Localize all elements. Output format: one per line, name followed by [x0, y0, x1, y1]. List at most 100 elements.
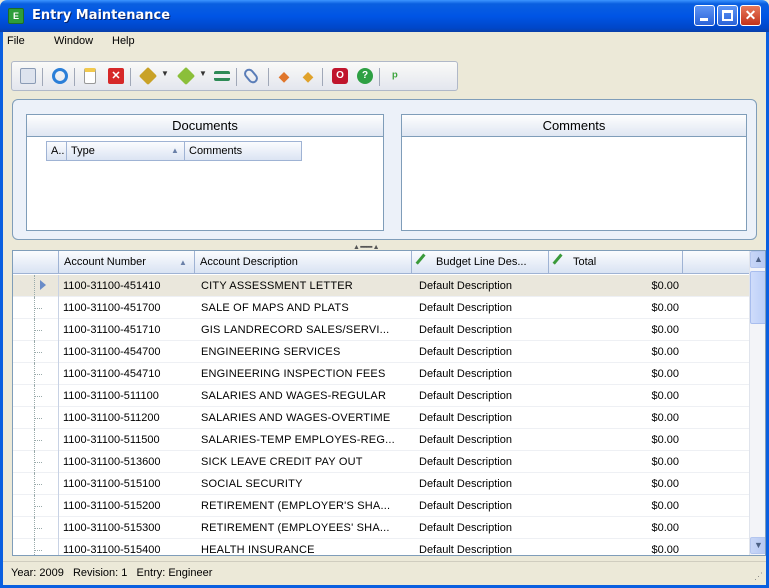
- arrow-down-icon[interactable]: ◆: [300, 68, 316, 84]
- table-row[interactable]: 1100-31100-515300 RETIREMENT (EMPLOYEES' …: [13, 517, 749, 539]
- account-number-cell[interactable]: 1100-31100-511100: [63, 385, 198, 407]
- stop-icon[interactable]: O: [332, 68, 348, 84]
- total-cell[interactable]: $0.00: [559, 517, 679, 539]
- row-header[interactable]: [13, 297, 59, 319]
- budget-line-description-cell[interactable]: Default Description: [419, 341, 559, 363]
- table-row[interactable]: 1100-31100-515400 HEALTH INSURANCE Default…: [13, 539, 749, 555]
- account-number-cell[interactable]: 1100-31100-454700: [63, 341, 198, 363]
- account-number-cell[interactable]: 1100-31100-451410: [63, 275, 198, 297]
- table-row[interactable]: 1100-31100-511200 SALARIES AND WAGES-OVER…: [13, 407, 749, 429]
- account-description-cell[interactable]: RETIREMENT (EMPLOYER'S SHA...: [201, 495, 415, 517]
- total-cell[interactable]: $0.00: [559, 297, 679, 319]
- row-header[interactable]: [13, 517, 59, 539]
- row-header[interactable]: [13, 341, 59, 363]
- row-header[interactable]: [13, 385, 59, 407]
- maximize-button[interactable]: [717, 5, 738, 26]
- table-row[interactable]: 1100-31100-454700 ENGINEERING SERVICES Def…: [13, 341, 749, 363]
- table-row[interactable]: 1100-31100-511500 SALARIES-TEMP EMPLOYES-…: [13, 429, 749, 451]
- dropdown-arrow-icon[interactable]: ▼: [199, 69, 207, 78]
- budget-line-description-cell[interactable]: Default Description: [419, 407, 559, 429]
- budget-line-description-cell[interactable]: Default Description: [419, 495, 559, 517]
- total-cell[interactable]: $0.00: [559, 495, 679, 517]
- budget-line-description-cell[interactable]: Default Description: [419, 429, 559, 451]
- close-button[interactable]: ✕: [740, 5, 761, 26]
- account-number-cell[interactable]: 1100-31100-515200: [63, 495, 198, 517]
- delete-icon[interactable]: ✕: [108, 68, 124, 84]
- account-description-cell[interactable]: HEALTH INSURANCE: [201, 539, 415, 555]
- budget-line-description-cell[interactable]: Default Description: [419, 451, 559, 473]
- account-number-cell[interactable]: 1100-31100-511500: [63, 429, 198, 451]
- documents-col-attachment[interactable]: A..: [47, 142, 67, 160]
- documents-col-comments[interactable]: Comments: [185, 142, 301, 160]
- flow-icon[interactable]: [214, 71, 230, 81]
- help-icon[interactable]: ?: [357, 68, 373, 84]
- account-number-cell[interactable]: 1100-31100-515400: [63, 539, 198, 555]
- account-description-cell[interactable]: SICK LEAVE CREDIT PAY OUT: [201, 451, 415, 473]
- row-header[interactable]: [13, 495, 59, 517]
- total-cell[interactable]: $0.00: [559, 341, 679, 363]
- account-number-cell[interactable]: 1100-31100-451710: [63, 319, 198, 341]
- scroll-down-button[interactable]: ▼: [750, 537, 765, 554]
- account-description-cell[interactable]: ENGINEERING INSPECTION FEES: [201, 363, 415, 385]
- scroll-up-button[interactable]: ▲: [750, 251, 765, 268]
- save-icon[interactable]: [20, 68, 36, 84]
- row-header[interactable]: [13, 473, 59, 495]
- budget-line-description-cell[interactable]: Default Description: [419, 319, 559, 341]
- budget-line-description-cell[interactable]: Default Description: [419, 539, 559, 555]
- new-document-icon[interactable]: [84, 68, 96, 84]
- table-row[interactable]: 1100-31100-454710 ENGINEERING INSPECTION …: [13, 363, 749, 385]
- menu-help[interactable]: Help: [112, 35, 135, 47]
- row-header[interactable]: [13, 275, 59, 297]
- budget-line-description-cell[interactable]: Default Description: [419, 385, 559, 407]
- table-row[interactable]: 1100-31100-511100 SALARIES AND WAGES-REGU…: [13, 385, 749, 407]
- account-description-cell[interactable]: ENGINEERING SERVICES: [201, 341, 415, 363]
- scroll-thumb[interactable]: [750, 271, 765, 324]
- budget-line-description-cell[interactable]: Default Description: [419, 517, 559, 539]
- table-row[interactable]: 1100-31100-515200 RETIREMENT (EMPLOYER'S …: [13, 495, 749, 517]
- package-2-icon[interactable]: [176, 66, 196, 86]
- row-header[interactable]: [13, 407, 59, 429]
- account-number-cell[interactable]: 1100-31100-515100: [63, 473, 198, 495]
- total-cell[interactable]: $0.00: [559, 363, 679, 385]
- budget-line-description-cell[interactable]: Default Description: [419, 297, 559, 319]
- row-header[interactable]: [13, 429, 59, 451]
- total-cell[interactable]: $0.00: [559, 319, 679, 341]
- col-total[interactable]: Total: [549, 251, 683, 274]
- table-row[interactable]: 1100-31100-451700 SALE OF MAPS AND PLATS D…: [13, 297, 749, 319]
- total-cell[interactable]: $0.00: [559, 385, 679, 407]
- menu-file[interactable]: File: [7, 35, 25, 47]
- account-description-cell[interactable]: SALARIES-TEMP EMPLOYES-REG...: [201, 429, 415, 451]
- table-row[interactable]: 1100-31100-515100 SOCIAL SECURITY Default …: [13, 473, 749, 495]
- comments-panel[interactable]: Comments: [401, 114, 747, 231]
- vertical-scrollbar[interactable]: ▲ ▼: [749, 251, 765, 555]
- account-number-cell[interactable]: 1100-31100-454710: [63, 363, 198, 385]
- menu-window[interactable]: Window: [54, 35, 93, 47]
- arrow-up-icon[interactable]: ◆: [276, 68, 292, 84]
- col-account-number[interactable]: Account Number ▲: [59, 251, 195, 274]
- attach-icon[interactable]: [242, 66, 260, 86]
- row-header[interactable]: [13, 539, 59, 555]
- col-account-description[interactable]: Account Description: [195, 251, 412, 274]
- budget-line-description-cell[interactable]: Default Description: [419, 363, 559, 385]
- row-header[interactable]: [13, 451, 59, 473]
- account-description-cell[interactable]: SOCIAL SECURITY: [201, 473, 415, 495]
- account-description-cell[interactable]: SALARIES AND WAGES-OVERTIME: [201, 407, 415, 429]
- tip-icon[interactable]: ᵖ: [387, 68, 403, 84]
- table-row[interactable]: 1100-31100-451410 CITY ASSESSMENT LETTER D…: [13, 275, 749, 297]
- total-cell[interactable]: $0.00: [559, 275, 679, 297]
- budget-line-description-cell[interactable]: Default Description: [419, 275, 559, 297]
- account-description-cell[interactable]: SALARIES AND WAGES-REGULAR: [201, 385, 415, 407]
- account-description-cell[interactable]: RETIREMENT (EMPLOYEES' SHA...: [201, 517, 415, 539]
- minimize-button[interactable]: [694, 5, 715, 26]
- total-cell[interactable]: $0.00: [559, 407, 679, 429]
- title-bar[interactable]: E Entry Maintenance ✕: [0, 0, 769, 32]
- row-header[interactable]: [13, 363, 59, 385]
- total-cell[interactable]: $0.00: [559, 451, 679, 473]
- account-number-cell[interactable]: 1100-31100-515300: [63, 517, 198, 539]
- total-cell[interactable]: $0.00: [559, 473, 679, 495]
- account-description-cell[interactable]: CITY ASSESSMENT LETTER: [201, 275, 415, 297]
- dropdown-arrow-icon[interactable]: ▼: [161, 69, 169, 78]
- table-row[interactable]: 1100-31100-513600 SICK LEAVE CREDIT PAY O…: [13, 451, 749, 473]
- total-cell[interactable]: $0.00: [559, 429, 679, 451]
- col-budget-line-description[interactable]: Budget Line Des...: [412, 251, 549, 274]
